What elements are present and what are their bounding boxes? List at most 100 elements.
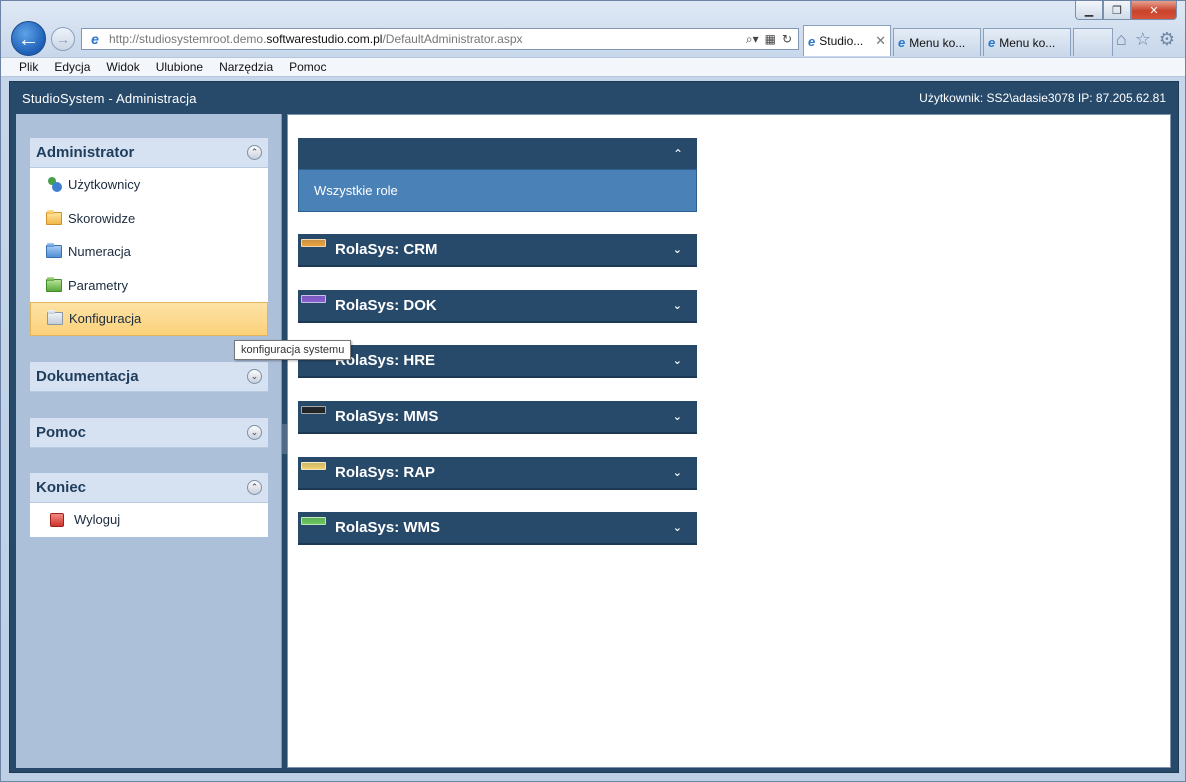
role-wms[interactable]: RolaSys: WMS ⌄ bbox=[298, 512, 697, 545]
forward-button[interactable]: → bbox=[51, 27, 75, 51]
tab-menu-2[interactable]: e Menu ko... bbox=[983, 28, 1071, 56]
menu-widok[interactable]: Widok bbox=[106, 60, 139, 74]
sidebar-item-konfiguracja[interactable]: Konfiguracja bbox=[30, 302, 268, 336]
minimize-button[interactable]: ▁ bbox=[1075, 1, 1103, 20]
gear-icon[interactable]: ⚙ bbox=[1159, 29, 1175, 50]
role-color-swatch bbox=[301, 517, 326, 525]
home-icon[interactable]: ⌂ bbox=[1116, 29, 1127, 50]
item-label: Skorowidze bbox=[68, 210, 136, 226]
expand-chevron-icon[interactable]: ⌄ bbox=[673, 354, 682, 367]
menu-plik[interactable]: Plik bbox=[19, 60, 38, 74]
url-domain: softwarestudio.com.pl bbox=[266, 32, 383, 46]
role-label: RolaSys: RAP bbox=[335, 464, 436, 481]
app-header: StudioSystem - Administracja Użytkownik:… bbox=[10, 82, 1178, 114]
panel-body: Użytkownicy Skorowidze Numeracja Paramet… bbox=[30, 168, 268, 336]
role-crm[interactable]: RolaSys: CRM ⌄ bbox=[298, 234, 697, 267]
address-url[interactable]: http://studiosystemroot.demo.softwarestu… bbox=[109, 32, 746, 46]
item-label: Wyloguj bbox=[74, 512, 121, 528]
panel-header-koniec[interactable]: Koniec ⌃ bbox=[30, 473, 268, 503]
ie-tab-icon: e bbox=[808, 33, 816, 49]
url-suffix: /DefaultAdministrator.aspx bbox=[382, 32, 523, 46]
folder-green-icon bbox=[46, 276, 62, 292]
main-content: ⌃ Wszystkie role RolaSys: CRM ⌄ RolaSys:… bbox=[287, 114, 1171, 768]
arrow-right-icon: → bbox=[56, 31, 70, 47]
refresh-icon[interactable]: ↻ bbox=[782, 32, 792, 47]
address-bar[interactable]: e http://studiosystemroot.demo.softwares… bbox=[81, 28, 799, 50]
window-controls: ▁ ❐ ✕ bbox=[1075, 1, 1177, 20]
browser-tool-icons: ⌂ ☆ ⚙ bbox=[1116, 29, 1175, 50]
logout-icon bbox=[50, 512, 64, 527]
tab-strip: e Studio... ✕ e Menu ko... e Menu ko... bbox=[803, 25, 1115, 57]
expand-chevron-icon[interactable]: ⌄ bbox=[673, 410, 682, 423]
new-tab-button[interactable] bbox=[1073, 28, 1113, 56]
all-roles-label: Wszystkie role bbox=[314, 183, 398, 198]
close-window-button[interactable]: ✕ bbox=[1131, 1, 1177, 20]
panel-title: Pomoc bbox=[36, 424, 87, 441]
expand-chevron-icon[interactable]: ⌄ bbox=[673, 466, 682, 479]
menu-pomoc[interactable]: Pomoc bbox=[289, 60, 326, 74]
menu-narzedzia[interactable]: Narzędzia bbox=[219, 60, 273, 74]
role-label: RolaSys: CRM bbox=[335, 241, 438, 258]
search-icon[interactable]: ⌕▾ bbox=[746, 32, 759, 47]
role-mms[interactable]: RolaSys: MMS ⌄ bbox=[298, 401, 697, 434]
role-label: RolaSys: WMS bbox=[335, 519, 441, 536]
role-color-swatch bbox=[301, 295, 326, 303]
folder-blue-icon bbox=[46, 243, 62, 259]
address-tools: ⌕▾ ▦ ↻ bbox=[746, 32, 798, 47]
role-hre[interactable]: RolaSys: HRE ⌄ bbox=[298, 345, 697, 378]
panel-title: Administrator bbox=[36, 144, 135, 161]
panel-administrator: Administrator ⌃ Użytkownicy Skorowidze N… bbox=[30, 138, 268, 336]
arrow-left-icon: ← bbox=[17, 25, 40, 51]
sidebar-item-skorowidze[interactable]: Skorowidze bbox=[30, 202, 268, 236]
tab-label: Menu ko... bbox=[999, 35, 1056, 50]
tab-menu-1[interactable]: e Menu ko... bbox=[893, 28, 981, 56]
item-label: Numeracja bbox=[68, 244, 131, 260]
role-dok[interactable]: RolaSys: DOK ⌄ bbox=[298, 290, 697, 323]
expand-chevron-icon[interactable]: ⌄ bbox=[673, 243, 682, 256]
panel-title: Dokumentacja bbox=[36, 368, 139, 385]
sidebar-item-uzytkownicy[interactable]: Użytkownicy bbox=[30, 168, 268, 202]
item-label: Parametry bbox=[68, 277, 128, 293]
menu-edycja[interactable]: Edycja bbox=[54, 60, 90, 74]
item-label: Użytkownicy bbox=[68, 177, 141, 193]
tab-studio[interactable]: e Studio... ✕ bbox=[803, 25, 891, 56]
sidebar: Administrator ⌃ Użytkownicy Skorowidze N… bbox=[16, 114, 282, 768]
panel-header-dokumentacja[interactable]: Dokumentacja ⌄ bbox=[30, 362, 268, 392]
navigation-row: ← → e http://studiosystemroot.demo.softw… bbox=[9, 21, 1179, 57]
folder-gray-icon bbox=[47, 310, 63, 326]
sidebar-item-numeracja[interactable]: Numeracja bbox=[30, 235, 268, 269]
role-color-swatch bbox=[301, 406, 326, 414]
close-tab-icon[interactable]: ✕ bbox=[875, 33, 886, 49]
expand-icon[interactable]: ⌄ bbox=[247, 369, 262, 384]
role-label: RolaSys: DOK bbox=[335, 297, 437, 314]
users-icon bbox=[46, 177, 62, 193]
tab-label: Menu ko... bbox=[909, 35, 966, 50]
expand-chevron-icon[interactable]: ⌄ bbox=[673, 521, 682, 534]
sidebar-item-wyloguj[interactable]: Wyloguj bbox=[30, 503, 268, 537]
ie-page-icon: e bbox=[91, 31, 99, 47]
expand-chevron-icon[interactable]: ⌄ bbox=[673, 299, 682, 312]
menu-bar: Plik Edycja Widok Ulubione Narzędzia Pom… bbox=[1, 57, 1185, 77]
favorites-star-icon[interactable]: ☆ bbox=[1135, 29, 1151, 50]
back-button[interactable]: ← bbox=[11, 21, 46, 56]
collapse-icon[interactable]: ⌃ bbox=[247, 145, 262, 160]
all-roles-item[interactable]: Wszystkie role bbox=[298, 169, 697, 212]
collapse-icon[interactable]: ⌃ bbox=[247, 480, 262, 495]
folder-yellow-icon bbox=[46, 209, 62, 225]
panel-dokumentacja: Dokumentacja ⌄ bbox=[30, 362, 268, 392]
app-frame: StudioSystem - Administracja Użytkownik:… bbox=[9, 81, 1179, 773]
expand-icon[interactable]: ⌄ bbox=[247, 425, 262, 440]
sidebar-item-parametry[interactable]: Parametry bbox=[30, 269, 268, 303]
app-title: StudioSystem - Administracja bbox=[22, 90, 197, 106]
panel-header-administrator[interactable]: Administrator ⌃ bbox=[30, 138, 268, 168]
menu-ulubione[interactable]: Ulubione bbox=[156, 60, 203, 74]
browser-window: ▁ ❐ ✕ ← → e http://studiosystemroot.demo… bbox=[0, 0, 1186, 782]
panel-header-pomoc[interactable]: Pomoc ⌄ bbox=[30, 418, 268, 448]
ie-tab-icon: e bbox=[898, 35, 906, 50]
maximize-button[interactable]: ❐ bbox=[1103, 1, 1131, 20]
role-group-header[interactable]: ⌃ bbox=[298, 138, 697, 169]
role-rap[interactable]: RolaSys: RAP ⌄ bbox=[298, 457, 697, 490]
collapse-chevron-icon[interactable]: ⌃ bbox=[673, 147, 683, 161]
role-color-swatch bbox=[301, 239, 326, 247]
compat-view-icon[interactable]: ▦ bbox=[765, 32, 776, 47]
